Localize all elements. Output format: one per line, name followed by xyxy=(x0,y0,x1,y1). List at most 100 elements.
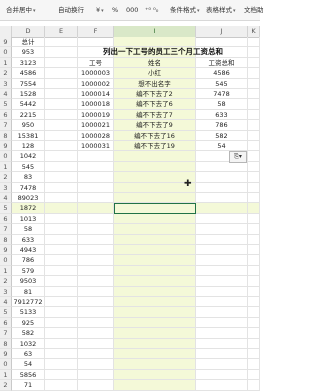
empty-cell[interactable] xyxy=(114,287,196,297)
empty-cell[interactable] xyxy=(114,328,196,338)
empty-cell[interactable] xyxy=(248,58,260,68)
total-cell[interactable]: 89023 xyxy=(12,193,45,203)
empty-cell[interactable] xyxy=(45,151,78,161)
empty-cell[interactable] xyxy=(78,276,114,286)
empty-cell[interactable] xyxy=(114,151,196,161)
sum-cell[interactable]: 545 xyxy=(196,79,248,89)
row-number[interactable]: 9 xyxy=(0,141,12,151)
empty-cell[interactable] xyxy=(248,287,260,297)
empty-cell[interactable] xyxy=(45,141,78,151)
empty-cell[interactable] xyxy=(78,193,114,203)
empty-cell[interactable] xyxy=(248,307,260,317)
total-cell[interactable]: 7478 xyxy=(12,183,45,193)
id-cell[interactable]: 1000014 xyxy=(78,89,114,99)
total-cell[interactable]: 925 xyxy=(12,318,45,328)
empty-cell[interactable] xyxy=(78,266,114,276)
row-number[interactable]: 4 xyxy=(0,193,12,203)
empty-cell[interactable] xyxy=(45,162,78,172)
corner-cell[interactable] xyxy=(0,26,12,37)
empty-cell[interactable] xyxy=(114,37,196,47)
empty-cell[interactable] xyxy=(248,318,260,328)
empty-cell[interactable] xyxy=(45,370,78,380)
empty-cell[interactable] xyxy=(78,255,114,265)
empty-cell[interactable] xyxy=(45,203,78,213)
name-header[interactable]: 姓名 xyxy=(114,58,196,68)
empty-cell[interactable] xyxy=(78,245,114,255)
empty-cell[interactable] xyxy=(45,380,78,390)
row-number[interactable]: 7 xyxy=(0,328,12,338)
empty-cell[interactable] xyxy=(114,349,196,359)
total-cell[interactable]: 786 xyxy=(12,255,45,265)
name-cell[interactable]: 编不下去了16 xyxy=(114,131,196,141)
empty-cell[interactable] xyxy=(114,359,196,369)
empty-cell[interactable] xyxy=(196,328,248,338)
name-cell[interactable]: 编不下去了2 xyxy=(114,89,196,99)
empty-cell[interactable] xyxy=(45,89,78,99)
row-number[interactable]: 5 xyxy=(0,307,12,317)
empty-cell[interactable] xyxy=(114,370,196,380)
empty-cell[interactable] xyxy=(78,339,114,349)
empty-cell[interactable] xyxy=(78,307,114,317)
empty-cell[interactable] xyxy=(248,255,260,265)
empty-cell[interactable] xyxy=(78,328,114,338)
total-cell[interactable]: 15381 xyxy=(12,131,45,141)
empty-cell[interactable] xyxy=(45,297,78,307)
empty-cell[interactable] xyxy=(45,79,78,89)
total-cell[interactable]: 71 xyxy=(12,380,45,390)
total-cell[interactable]: 2215 xyxy=(12,110,45,120)
name-cell[interactable]: 编不下去了9 xyxy=(114,120,196,130)
sum-cell[interactable]: 7478 xyxy=(196,89,248,99)
row-number[interactable]: 2 xyxy=(0,68,12,78)
id-cell[interactable]: 1000019 xyxy=(78,110,114,120)
empty-cell[interactable] xyxy=(248,297,260,307)
row-number[interactable]: 6 xyxy=(0,318,12,328)
empty-cell[interactable] xyxy=(196,193,248,203)
empty-cell[interactable] xyxy=(114,162,196,172)
empty-cell[interactable] xyxy=(248,110,260,120)
row-number[interactable]: 1 xyxy=(0,266,12,276)
row-number[interactable]: 8 xyxy=(0,131,12,141)
id-cell[interactable]: 1000003 xyxy=(78,68,114,78)
row-number[interactable]: 1 xyxy=(0,58,12,68)
column-e-header[interactable]: E xyxy=(45,26,78,37)
empty-cell[interactable] xyxy=(45,58,78,68)
row-number[interactable]: 2 xyxy=(0,380,12,390)
empty-cell[interactable] xyxy=(248,47,260,57)
empty-cell[interactable] xyxy=(45,307,78,317)
row-number[interactable]: 0 xyxy=(0,151,12,161)
wrap-text-button[interactable]: 自动换行 xyxy=(58,3,84,17)
empty-cell[interactable] xyxy=(78,297,114,307)
sum-cell[interactable]: 54 xyxy=(196,141,248,151)
total-cell[interactable]: 3123 xyxy=(12,58,45,68)
empty-cell[interactable] xyxy=(78,214,114,224)
empty-cell[interactable] xyxy=(248,380,260,390)
total-cell[interactable]: 9503 xyxy=(12,276,45,286)
row-number[interactable]: 4 xyxy=(0,89,12,99)
empty-cell[interactable] xyxy=(248,235,260,245)
row-number[interactable]: 1 xyxy=(0,370,12,380)
total-cell[interactable]: 1042 xyxy=(12,151,45,161)
id-cell[interactable]: 1000002 xyxy=(78,79,114,89)
empty-cell[interactable] xyxy=(196,255,248,265)
empty-cell[interactable] xyxy=(78,370,114,380)
empty-cell[interactable] xyxy=(248,214,260,224)
empty-cell[interactable] xyxy=(114,193,196,203)
row-number[interactable]: 3 xyxy=(0,287,12,297)
empty-cell[interactable] xyxy=(45,214,78,224)
name-cell[interactable]: 编不下去了19 xyxy=(114,141,196,151)
empty-cell[interactable] xyxy=(196,339,248,349)
total-cell[interactable]: 128 xyxy=(12,141,45,151)
empty-cell[interactable] xyxy=(78,349,114,359)
empty-cell[interactable] xyxy=(248,99,260,109)
empty-cell[interactable] xyxy=(248,79,260,89)
total-cell[interactable]: 1872 xyxy=(12,203,45,213)
empty-cell[interactable] xyxy=(248,172,260,182)
decimal-button[interactable]: ⁺⁰ ⁰₀ xyxy=(145,3,158,17)
sum-cell[interactable]: 58 xyxy=(196,99,248,109)
empty-cell[interactable] xyxy=(114,235,196,245)
empty-cell[interactable] xyxy=(248,266,260,276)
total-cell[interactable]: 579 xyxy=(12,266,45,276)
empty-cell[interactable] xyxy=(196,349,248,359)
empty-cell[interactable] xyxy=(45,110,78,120)
row-number[interactable]: 3 xyxy=(0,183,12,193)
